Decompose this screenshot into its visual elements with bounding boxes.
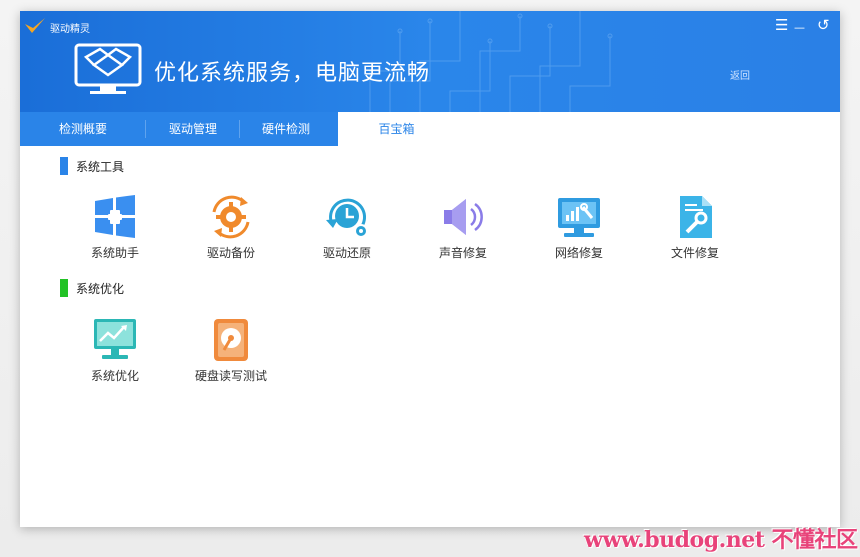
tool-system-assistant[interactable]: 系统助手 [70,194,160,274]
windows-plus-icon [95,195,135,238]
tool-label: 驱动还原 [322,246,371,260]
tool-label: 系统优化 [90,369,139,383]
hard-disk-icon [214,319,248,361]
tab-hardware-detection[interactable]: 硬件检测 [240,112,332,146]
page-headline: 优化系统服务，电脑更流畅 [154,61,431,86]
section-title: 系统工具 [76,159,125,174]
app-window: 驱动精灵 优化系统服务，电脑更流畅 返回 ☰ — ↺ 检测概要 驱动管理 硬件检… [20,11,840,527]
restore-icon[interactable]: ↺ [817,17,830,33]
speaker-icon [444,199,483,235]
network-monitor-icon [558,198,600,237]
clock-restore-icon [326,198,368,238]
tool-file-repair[interactable]: 文件修复 [650,194,740,274]
tool-label: 系统助手 [90,246,139,260]
tool-label: 网络修复 [554,246,603,260]
monitor-box-icon [74,43,142,94]
tool-network-repair[interactable]: 网络修复 [534,194,624,274]
tool-label: 声音修复 [438,246,487,260]
tool-disk-rw-test[interactable]: 硬盘读写测试 [186,317,276,397]
section-accent-bar [60,279,68,297]
file-repair-icon [680,196,712,238]
section-system-optimize: 系统优化 [60,279,124,297]
tab-bar: 检测概要 驱动管理 硬件检测 百宝箱 [20,112,840,146]
tab-overview[interactable]: 检测概要 [20,112,146,146]
tab-toolbox[interactable]: 百宝箱 [338,112,455,146]
monitor-chart-icon [94,319,136,359]
app-logo-icon [25,18,45,33]
app-name: 驱动精灵 [50,24,90,35]
tab-strip: 检测概要 驱动管理 硬件检测 百宝箱 [20,112,455,146]
header-banner: 驱动精灵 优化系统服务，电脑更流畅 返回 ☰ — ↺ [20,11,840,112]
section-accent-bar [60,157,68,175]
back-link[interactable]: 返回 [730,67,750,82]
tool-driver-restore[interactable]: 驱动还原 [302,194,392,274]
site-watermark: www.budog.net 不懂社区 [584,527,858,553]
tool-label: 驱动备份 [206,246,255,260]
tool-sound-repair[interactable]: 声音修复 [418,194,508,274]
menu-icon[interactable]: ☰ [775,17,788,33]
tool-label: 文件修复 [670,246,719,260]
gear-backup-icon [212,195,250,239]
tab-driver-management[interactable]: 驱动管理 [146,112,240,146]
tool-system-optimize[interactable]: 系统优化 [70,317,160,397]
section-system-tools: 系统工具 [60,157,124,175]
tool-label: 硬盘读写测试 [194,369,267,383]
tool-driver-backup[interactable]: 驱动备份 [186,194,276,274]
section-title: 系统优化 [76,281,125,296]
minimize-icon[interactable]: — [794,20,805,36]
